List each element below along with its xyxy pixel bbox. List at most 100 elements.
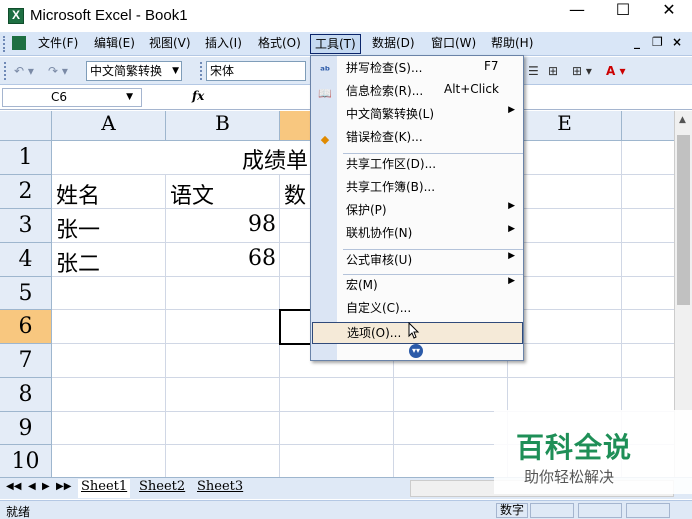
menu-item-share-workbook[interactable]: 共享工作簿(B)... — [312, 178, 523, 201]
toolbar-separator — [200, 62, 203, 80]
menu-item-protection[interactable]: 保护(P) ▶ — [312, 201, 523, 224]
column-header-a[interactable]: A — [52, 111, 166, 141]
column-header-f[interactable] — [622, 111, 682, 141]
menu-separator — [343, 249, 523, 250]
expand-menu-icon[interactable]: ▾▾ — [409, 344, 423, 358]
status-num-lock: 数字 — [496, 503, 529, 518]
submenu-arrow-icon: ▶ — [508, 251, 515, 261]
document-icon[interactable] — [12, 36, 26, 50]
menubar-grip[interactable] — [3, 36, 6, 52]
maximize-button[interactable]: ☐ — [600, 0, 646, 32]
watermark-subtitle: 助你轻松解决 — [524, 468, 615, 486]
row-header-7[interactable]: 7 — [0, 344, 52, 378]
menu-item-macro[interactable]: 宏(M) ▶ — [312, 276, 523, 299]
menu-item-customize[interactable]: 自定义(C)... — [312, 299, 523, 322]
menu-tools[interactable]: 工具(T) — [310, 34, 361, 54]
close-button[interactable]: ✕ — [646, 0, 692, 32]
undo-icon[interactable]: ↶ ▾ — [14, 62, 34, 80]
cell-b3[interactable]: 98 — [166, 212, 276, 237]
menu-item-formula-auditing[interactable]: 公式审核(U) ▶ — [312, 251, 523, 274]
submenu-arrow-icon: ▶ — [508, 201, 515, 211]
title-bar: Microsoft Excel - Book1 — ☐ ✕ — [0, 0, 692, 32]
next-sheet-icon[interactable]: ▶ — [42, 481, 50, 492]
menu-format[interactable]: 格式(O) — [254, 34, 305, 54]
font-color-icon[interactable]: A ▾ — [606, 62, 626, 80]
chevron-down-icon: ▼ — [126, 92, 133, 102]
row-header-1[interactable]: 1 — [0, 141, 52, 175]
tab-sheet3[interactable]: Sheet3 — [194, 479, 246, 498]
tab-sheet1[interactable]: Sheet1 — [78, 479, 131, 498]
minimize-button[interactable]: — — [554, 0, 600, 32]
status-bar: 就绪 数字 — [0, 500, 692, 519]
cell-c2[interactable]: 数 — [284, 178, 306, 210]
column-header-e[interactable]: E — [508, 111, 622, 141]
status-slot — [530, 503, 574, 518]
row-header-9[interactable]: 9 — [0, 412, 52, 445]
tools-menu: ᵃᵇ 拼写检查(S)... F7 📖 信息检索(R)... Alt+Click … — [310, 55, 524, 361]
font-name-combo[interactable]: 宋体 — [206, 61, 306, 81]
row-header-3[interactable]: 3 — [0, 209, 52, 243]
toolbar-grip[interactable] — [4, 62, 7, 80]
cell-b4[interactable]: 68 — [166, 246, 276, 271]
watermark: 百科全说 助你轻松解决 — [494, 410, 692, 494]
function-icon[interactable]: fx — [192, 89, 204, 103]
row-header-8[interactable]: 8 — [0, 378, 52, 412]
menu-view[interactable]: 视图(V) — [145, 34, 195, 54]
first-sheet-icon[interactable]: ◀◀ — [6, 481, 21, 492]
borders-icon[interactable]: ⊞ ▾ — [572, 62, 592, 80]
merge-center-icon[interactable]: ⊞ — [548, 62, 558, 80]
error-check-icon: ◆ — [320, 133, 330, 146]
menu-separator — [343, 274, 523, 275]
doc-close-button[interactable]: × — [672, 35, 682, 49]
menu-item-error-check[interactable]: ◆ 错误检查(K)... — [312, 128, 523, 151]
menu-edit[interactable]: 编辑(E) — [90, 34, 139, 54]
row-header-4[interactable]: 4 — [0, 243, 52, 277]
tab-sheet2[interactable]: Sheet2 — [136, 479, 188, 498]
row-header-5[interactable]: 5 — [0, 277, 52, 310]
grid-line — [52, 377, 682, 378]
cell-a4[interactable]: 张二 — [56, 246, 100, 278]
cell-a2[interactable]: 姓名 — [56, 178, 100, 210]
menu-item-online-collaboration[interactable]: 联机协作(N) ▶ — [312, 224, 523, 247]
align-right-icon[interactable]: ☰ — [528, 62, 539, 80]
spell-check-icon: ᵃᵇ — [319, 64, 331, 77]
row-header-2[interactable]: 2 — [0, 175, 52, 209]
window-title: Microsoft Excel - Book1 — [30, 7, 188, 24]
scrollbar-thumb[interactable] — [677, 135, 690, 305]
select-all-corner[interactable] — [0, 111, 52, 141]
menu-item-shared-workspace[interactable]: 共享工作区(D)... — [312, 155, 523, 178]
redo-icon[interactable]: ↷ ▾ — [48, 62, 68, 80]
menu-data[interactable]: 数据(D) — [368, 34, 419, 54]
menu-item-chinese-conversion[interactable]: 中文简繁转换(L) ▶ — [312, 105, 523, 128]
menu-item-spell-check[interactable]: ᵃᵇ 拼写检查(S)... F7 — [312, 59, 523, 82]
status-slot — [626, 503, 670, 518]
row-header-6[interactable]: 6 — [0, 310, 52, 344]
font-name-value: 宋体 — [210, 64, 235, 78]
submenu-arrow-icon: ▶ — [508, 224, 515, 234]
column-header-b[interactable]: B — [166, 111, 280, 141]
translate-combo[interactable]: 中文简繁转换 ▼ — [86, 61, 182, 81]
doc-restore-button[interactable]: ❐ — [652, 35, 663, 49]
cell-a3[interactable]: 张一 — [56, 212, 100, 244]
menu-item-research[interactable]: 📖 信息检索(R)... Alt+Click — [312, 82, 523, 105]
last-sheet-icon[interactable]: ▶▶ — [56, 481, 71, 492]
doc-minimize-button[interactable]: _ — [634, 35, 640, 49]
prev-sheet-icon[interactable]: ◀ — [28, 481, 36, 492]
name-box-value: C6 — [51, 90, 68, 104]
menu-insert[interactable]: 插入(I) — [201, 34, 246, 54]
sheet-title-cell[interactable]: 成绩单 — [242, 143, 308, 175]
menu-separator — [343, 153, 523, 154]
menu-file[interactable]: 文件(F) — [34, 34, 82, 54]
name-box[interactable]: C6 ▼ — [2, 88, 142, 107]
menu-window[interactable]: 窗口(W) — [427, 34, 480, 54]
status-ready: 就绪 — [6, 505, 31, 519]
menu-bar: 文件(F) 编辑(E) 视图(V) 插入(I) 格式(O) 工具(T) 数据(D… — [0, 32, 692, 56]
scroll-up-icon[interactable]: ▲ — [679, 115, 686, 125]
row-header-10[interactable]: 10 — [0, 445, 52, 477]
submenu-arrow-icon: ▶ — [508, 105, 515, 115]
menu-help[interactable]: 帮助(H) — [487, 34, 537, 54]
submenu-arrow-icon: ▶ — [508, 276, 515, 286]
research-icon: 📖 — [318, 87, 332, 100]
translate-combo-value: 中文简繁转换 — [90, 64, 163, 78]
cell-b2[interactable]: 语文 — [170, 178, 214, 210]
